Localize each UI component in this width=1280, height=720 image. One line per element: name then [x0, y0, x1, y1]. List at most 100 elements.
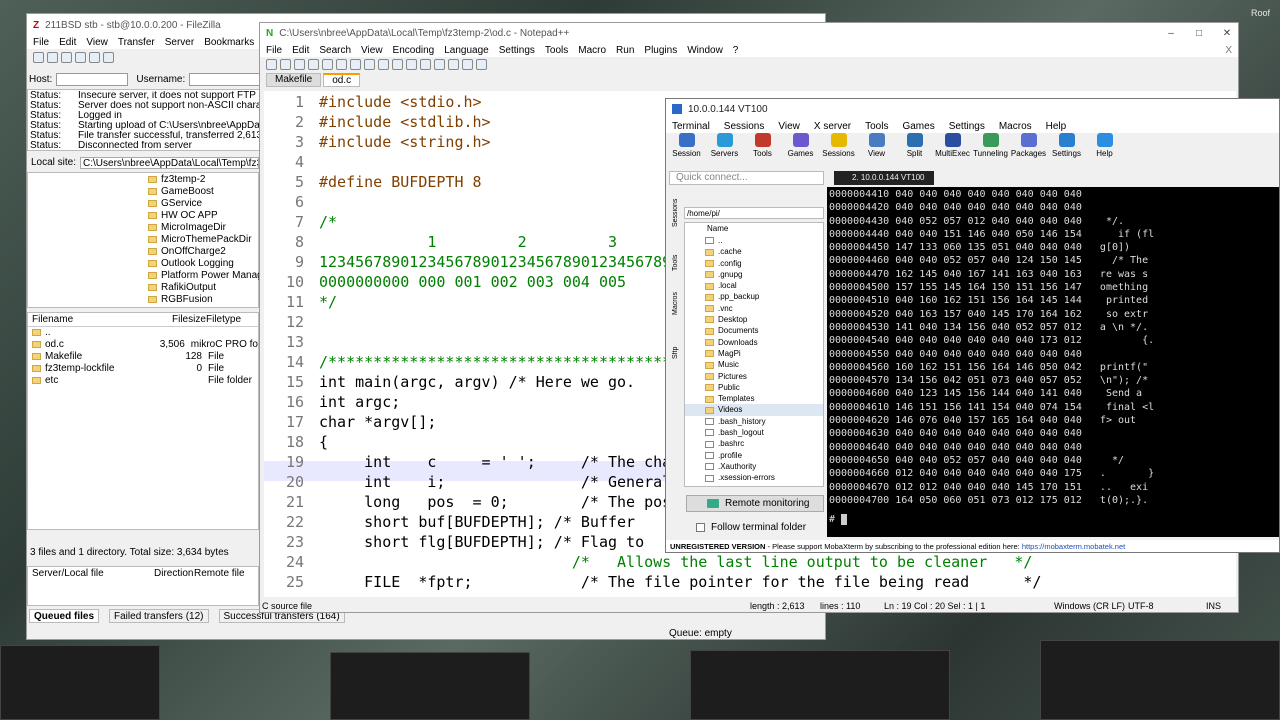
- paste-icon[interactable]: [378, 59, 389, 70]
- col-filetype[interactable]: Filetype: [206, 313, 241, 326]
- tree-folder[interactable]: RGBFusion: [148, 294, 258, 306]
- sftp-path-input[interactable]: /home/pi/: [684, 207, 824, 219]
- subscribe-link[interactable]: https://mobaxterm.mobatek.net: [1022, 542, 1125, 551]
- toolbar-button-session[interactable]: Session: [668, 133, 705, 165]
- tree-folder[interactable]: GService: [148, 198, 258, 210]
- menu-item[interactable]: Games: [902, 121, 934, 132]
- follow-folder-checkbox[interactable]: Follow terminal folder: [696, 520, 806, 534]
- sftp-entry[interactable]: Pictures: [685, 371, 823, 382]
- sftp-entry[interactable]: Desktop: [685, 314, 823, 325]
- queue-tab[interactable]: Failed transfers (12): [109, 609, 209, 623]
- save-all-icon[interactable]: [308, 59, 319, 70]
- menu-item[interactable]: File: [33, 37, 49, 48]
- queue-col-remote[interactable]: Remote file: [194, 567, 245, 581]
- file-row[interactable]: od.c 3,506 mikroC PRO fo: [28, 339, 258, 351]
- menu-item[interactable]: ?: [733, 45, 739, 56]
- menu-item[interactable]: Macros: [999, 121, 1032, 132]
- sftp-entry[interactable]: Public: [685, 382, 823, 393]
- toolbar-button-sessions[interactable]: Sessions: [820, 133, 857, 165]
- maximize-icon[interactable]: □: [1188, 28, 1210, 39]
- menu-item[interactable]: View: [86, 37, 108, 48]
- menu-item[interactable]: Search: [319, 45, 351, 56]
- terminal-output[interactable]: 0000004410 040 040 040 040 040 040 040 0…: [827, 187, 1279, 537]
- notepad-titlebar[interactable]: N C:\Users\nbree\AppData\Local\Temp\fz3t…: [260, 23, 1238, 43]
- side-tab[interactable]: Macros: [672, 279, 679, 315]
- toggle-tree-icon[interactable]: [61, 52, 72, 63]
- quick-connect-input[interactable]: Quick connect...: [669, 171, 824, 185]
- side-tab[interactable]: Sessions: [672, 191, 679, 227]
- disconnect-icon[interactable]: [103, 52, 114, 63]
- menu-item[interactable]: Edit: [292, 45, 309, 56]
- cancel-icon[interactable]: [89, 52, 100, 63]
- document-tab[interactable]: od.c: [323, 73, 361, 87]
- toolbar-button-multiexec[interactable]: MultiExec: [934, 133, 971, 165]
- sftp-entry[interactable]: MagPi: [685, 348, 823, 359]
- file-row[interactable]: etc File folder: [28, 375, 258, 387]
- side-tab[interactable]: Tools: [672, 235, 679, 271]
- file-row[interactable]: ..: [28, 327, 258, 339]
- zoom-out-icon[interactable]: [462, 59, 473, 70]
- toggle-log-icon[interactable]: [47, 52, 58, 63]
- sftp-entry[interactable]: .bashrc: [685, 438, 823, 449]
- local-site-input[interactable]: C:\Users\nbree\AppData\Local\Temp\fz3tem…: [80, 156, 259, 169]
- menu-bar[interactable]: Terminal Sessions View X server Tools Games Se…: [666, 119, 1279, 133]
- new-file-icon[interactable]: [266, 59, 277, 70]
- menu-item[interactable]: Help: [1046, 121, 1067, 132]
- close-file-icon[interactable]: [322, 59, 333, 70]
- sftp-entry[interactable]: .cache: [685, 246, 823, 257]
- menu-item[interactable]: Language: [444, 45, 489, 56]
- toolbar-button-tunneling[interactable]: Tunneling: [972, 133, 1009, 165]
- toolbar-button-split[interactable]: Split: [896, 133, 933, 165]
- sftp-entry[interactable]: .bash_logout: [685, 427, 823, 438]
- sftp-entry[interactable]: .config: [685, 258, 823, 269]
- find-icon[interactable]: [420, 59, 431, 70]
- sftp-entry[interactable]: Videos: [685, 404, 823, 416]
- side-tab[interactable]: Sftp: [672, 323, 679, 359]
- close-document-icon[interactable]: X: [1225, 45, 1232, 56]
- menu-item[interactable]: Plugins: [644, 45, 677, 56]
- toolbar[interactable]: [260, 57, 1238, 73]
- col-filename[interactable]: Filename: [32, 313, 172, 326]
- remote-monitoring-button[interactable]: Remote monitoring: [686, 495, 824, 512]
- toolbar-button-settings[interactable]: Settings: [1048, 133, 1085, 165]
- menu-item[interactable]: File: [266, 45, 282, 56]
- transfer-queue[interactable]: Server/Local file Direction Remote file: [27, 566, 259, 606]
- save-icon[interactable]: [294, 59, 305, 70]
- sftp-entry[interactable]: .xsession-errors: [685, 472, 823, 483]
- sftp-entry[interactable]: Documents: [685, 325, 823, 336]
- toolbar[interactable]: Session Servers Tools Games Sessions View Spli…: [666, 133, 1279, 165]
- sftp-entry[interactable]: .bash_history: [685, 416, 823, 427]
- menu-item[interactable]: Tools: [865, 121, 888, 132]
- message-log[interactable]: Status: Insecure server, it does not supp…: [27, 89, 285, 151]
- tree-folder[interactable]: OnOffCharge2: [148, 246, 258, 258]
- sftp-entry[interactable]: ..: [685, 235, 823, 246]
- minimize-icon[interactable]: –: [1160, 28, 1182, 39]
- queue-tab[interactable]: Queued files: [29, 609, 100, 623]
- redo-icon[interactable]: [406, 59, 417, 70]
- sftp-entry[interactable]: Music: [685, 359, 823, 370]
- col-filesize[interactable]: Filesize: [172, 313, 206, 326]
- tree-folder[interactable]: RafikiOutput: [148, 282, 258, 294]
- tree-folder[interactable]: MicroThemePackDir: [148, 234, 258, 246]
- tree-folder[interactable]: HW OC APP: [148, 210, 258, 222]
- print-icon[interactable]: [336, 59, 347, 70]
- menu-item[interactable]: Macro: [578, 45, 606, 56]
- sftp-entry[interactable]: .gnupg: [685, 269, 823, 280]
- tree-folder[interactable]: Outlook Logging: [148, 258, 258, 270]
- queue-col-direction[interactable]: Direction: [154, 567, 194, 581]
- tree-folder[interactable]: Platform Power Managemen: [148, 270, 288, 282]
- zoom-in-icon[interactable]: [448, 59, 459, 70]
- sftp-entry[interactable]: .profile: [685, 450, 823, 461]
- tree-folder[interactable]: fz3temp-2: [148, 174, 258, 186]
- menu-item[interactable]: Sessions: [724, 121, 765, 132]
- col-name[interactable]: Name: [685, 223, 823, 235]
- menu-item[interactable]: Bookmarks: [204, 37, 254, 48]
- tree-folder[interactable]: GameBoost: [148, 186, 258, 198]
- menu-item[interactable]: View: [361, 45, 383, 56]
- menu-item[interactable]: View: [778, 121, 800, 132]
- replace-icon[interactable]: [434, 59, 445, 70]
- menu-item[interactable]: Encoding: [393, 45, 435, 56]
- copy-icon[interactable]: [364, 59, 375, 70]
- sftp-entry[interactable]: .local: [685, 280, 823, 291]
- menu-item[interactable]: Window: [687, 45, 723, 56]
